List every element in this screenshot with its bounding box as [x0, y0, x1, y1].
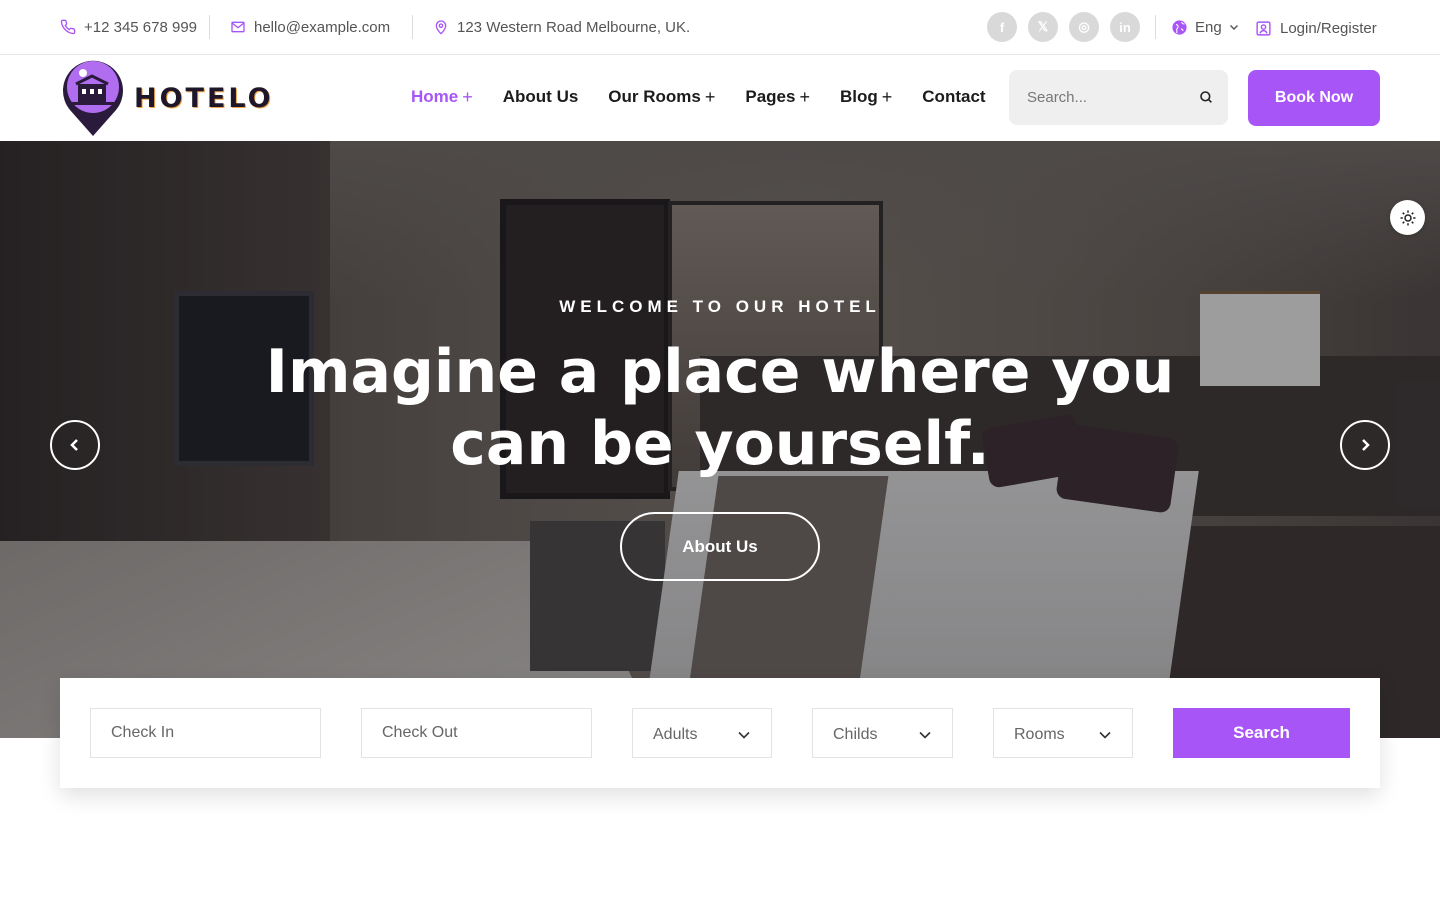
plus-icon: +: [799, 86, 810, 107]
user-icon: [1256, 20, 1271, 36]
nav-contact[interactable]: Contact: [922, 87, 985, 107]
nav-home[interactable]: Home +: [411, 87, 473, 108]
header-search: [1009, 70, 1228, 125]
plus-icon: +: [462, 86, 473, 107]
facebook-icon: f: [999, 19, 1005, 35]
hero-slider: WELCOME TO OUR HOTEL Imagine a place whe…: [0, 141, 1440, 738]
check-out-input[interactable]: [382, 724, 571, 742]
phone-info[interactable]: +12 345 678 999: [60, 0, 197, 54]
nav-label: Home: [411, 87, 459, 106]
about-us-button[interactable]: About Us: [620, 512, 820, 581]
facebook-link[interactable]: f: [987, 12, 1017, 42]
nav-label: About Us: [502, 87, 579, 106]
login-register-link[interactable]: Login/Register: [1255, 0, 1377, 56]
theme-toggle-button[interactable]: [1390, 200, 1425, 235]
chevron-down-icon: [1229, 25, 1238, 30]
chevron-down-icon: [738, 731, 750, 739]
rooms-select[interactable]: Rooms: [993, 708, 1133, 758]
divider: [209, 15, 210, 39]
globe-icon: [1172, 19, 1187, 35]
check-in-input[interactable]: [111, 724, 300, 742]
search-button[interactable]: Search: [1173, 708, 1350, 758]
location-pin-icon: [435, 20, 447, 35]
email-address: hello@example.com: [254, 18, 391, 36]
nav-label: Contact: [922, 87, 986, 106]
childs-select[interactable]: Childs: [812, 708, 953, 758]
adults-select[interactable]: Adults: [632, 708, 772, 758]
nav-pages[interactable]: Pages +: [745, 87, 810, 108]
check-in-field: [90, 708, 321, 758]
divider: [412, 15, 413, 39]
nav-label: Pages: [745, 87, 796, 106]
book-now-button[interactable]: Book Now: [1248, 70, 1380, 126]
logo[interactable]: HOTELO: [60, 56, 274, 138]
x-twitter-link[interactable]: 𝕏: [1028, 12, 1058, 42]
nav-label: Our Rooms: [608, 87, 701, 106]
linkedin-icon: in: [1119, 19, 1131, 35]
top-bar: +12 345 678 999 hello@example.com 123 We…: [0, 0, 1440, 55]
hotel-logo-icon: [63, 60, 123, 136]
search-input[interactable]: [1027, 89, 1187, 106]
email-info[interactable]: hello@example.com: [230, 0, 390, 54]
slider-prev-button[interactable]: [50, 420, 100, 470]
mail-icon: [231, 21, 245, 33]
divider: [1155, 15, 1156, 39]
language-label: Eng: [1195, 18, 1222, 36]
address-text: 123 Western Road Melbourne, UK.: [457, 18, 691, 36]
main-header: HOTELO Home + About Us Our Rooms + Pages…: [0, 55, 1440, 141]
nav-about-us[interactable]: About Us: [503, 87, 579, 107]
hero-title: Imagine a place where you can be yoursel…: [265, 337, 1175, 479]
nav-label: Blog: [839, 87, 878, 106]
instagram-link[interactable]: ◎: [1069, 12, 1099, 42]
logo-text: HOTELO: [134, 82, 274, 114]
hero-subtitle: WELCOME TO OUR HOTEL: [559, 297, 881, 316]
sun-icon: [1400, 210, 1415, 225]
adults-label: Adults: [653, 726, 698, 743]
instagram-icon: ◎: [1078, 19, 1090, 34]
chevron-down-icon: [1099, 731, 1111, 739]
chevron-left-icon: [70, 439, 78, 451]
slider-next-button[interactable]: [1340, 420, 1390, 470]
main-nav: Home + About Us Our Rooms + Pages + Blog…: [411, 55, 1016, 139]
plus-icon: +: [704, 86, 716, 107]
check-out-field: [361, 708, 592, 758]
booking-form: Adults Childs Rooms Search: [60, 678, 1380, 788]
chevron-down-icon: [919, 731, 931, 739]
x-twitter-icon: 𝕏: [1037, 19, 1049, 34]
nav-our-rooms[interactable]: Our Rooms +: [608, 87, 715, 108]
login-label: Login/Register: [1280, 19, 1377, 37]
nav-blog[interactable]: Blog +: [840, 87, 892, 108]
childs-label: Childs: [833, 726, 878, 743]
phone-number: +12 345 678 999: [84, 18, 198, 36]
search-icon[interactable]: [1198, 89, 1214, 105]
chevron-right-icon: [1362, 439, 1370, 451]
address-info: 123 Western Road Melbourne, UK.: [433, 0, 690, 54]
linkedin-link[interactable]: in: [1110, 12, 1140, 42]
plus-icon: +: [881, 86, 893, 107]
language-selector[interactable]: Eng: [1171, 0, 1239, 54]
phone-icon: [60, 19, 76, 35]
rooms-label: Rooms: [1014, 726, 1065, 743]
